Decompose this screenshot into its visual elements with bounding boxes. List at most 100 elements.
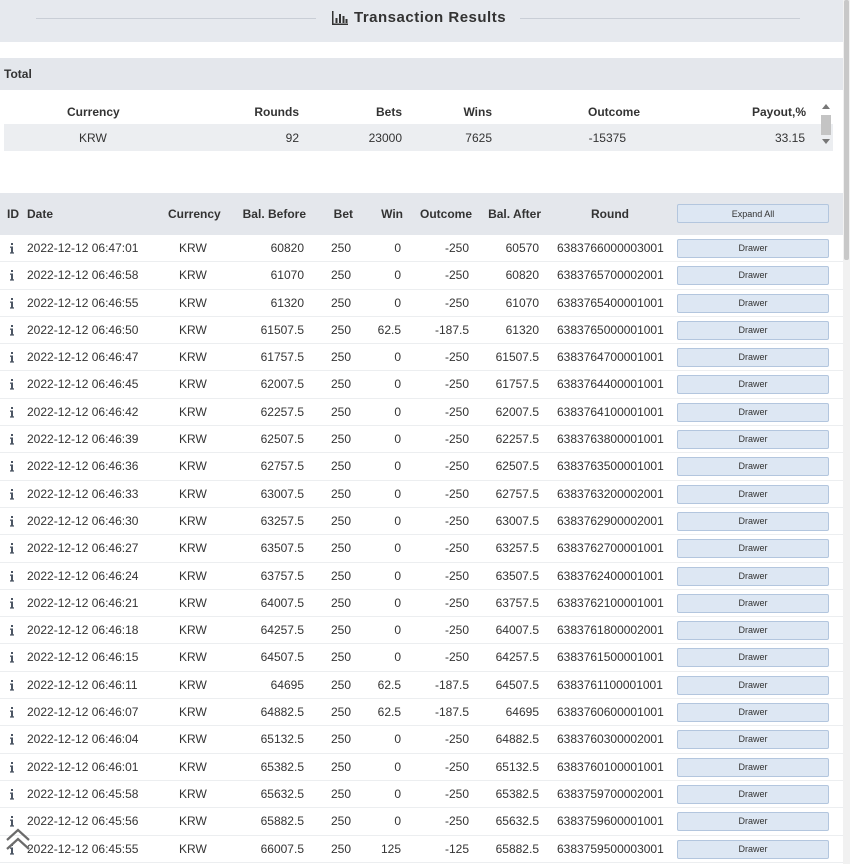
row-bal-before: 60820 <box>270 241 304 255</box>
row-currency: KRW <box>179 377 207 392</box>
row-outcome: -250 <box>444 568 469 583</box>
expand-all-button[interactable]: Expand All <box>677 204 829 223</box>
page-scrollbar-thumb[interactable] <box>844 0 849 260</box>
drawer-button[interactable]: Drawer <box>677 511 829 531</box>
row-bet: 250 <box>330 623 351 638</box>
drawer-button[interactable]: Drawer <box>677 703 829 723</box>
drawer-button[interactable]: Drawer <box>677 648 829 668</box>
scroll-up-arrow-icon[interactable] <box>822 104 830 109</box>
info-icon[interactable] <box>9 243 15 254</box>
info-icon[interactable] <box>9 570 15 582</box>
page-scrollbar[interactable] <box>843 0 850 864</box>
info-icon[interactable] <box>9 515 15 527</box>
info-icon[interactable] <box>9 406 15 418</box>
row-bet: 250 <box>330 786 351 801</box>
row-date: 2022-12-12 06:46:04 <box>27 732 139 747</box>
info-icon[interactable] <box>9 434 15 445</box>
info-icon[interactable] <box>9 488 15 500</box>
scrollbar-thumb[interactable] <box>821 115 831 135</box>
summary-row: KRW 92 23000 7625 -15375 33.15 <box>4 124 833 151</box>
info-icon[interactable] <box>9 597 15 609</box>
row-bal-after: 65882.5 <box>495 841 539 856</box>
drawer-button[interactable]: Drawer <box>677 266 829 286</box>
drawer-button[interactable]: Drawer <box>677 402 829 422</box>
row-win: 0 <box>394 268 401 283</box>
info-icon[interactable] <box>9 761 15 773</box>
drawer-button[interactable]: Drawer <box>677 839 829 859</box>
drawer-button[interactable]: Drawer <box>677 784 829 804</box>
row-bet: 250 <box>330 705 351 720</box>
row-bal-after: 60570 <box>505 241 539 255</box>
row-date: 2022-12-12 06:46:39 <box>27 432 139 447</box>
drawer-button[interactable]: Drawer <box>677 375 829 395</box>
drawer-button[interactable]: Drawer <box>677 430 829 450</box>
row-bet: 250 <box>330 814 351 829</box>
row-outcome: -250 <box>444 459 469 474</box>
row-round: 6383760300002001 <box>557 732 664 747</box>
info-icon[interactable] <box>9 270 15 281</box>
drawer-button[interactable]: Drawer <box>677 730 829 750</box>
drawer-button[interactable]: Drawer <box>677 239 829 258</box>
scroll-down-arrow-icon[interactable] <box>822 139 830 144</box>
info-icon[interactable] <box>9 707 15 718</box>
row-date: 2022-12-12 06:46:50 <box>27 322 139 337</box>
row-date: 2022-12-12 06:45:55 <box>27 841 139 856</box>
drawer-button[interactable]: Drawer <box>677 484 829 504</box>
summary-scrollbar[interactable] <box>819 101 833 151</box>
row-outcome: -250 <box>444 350 469 365</box>
row-bal-before: 63507.5 <box>260 541 304 556</box>
info-icon[interactable] <box>9 652 15 664</box>
drawer-button[interactable]: Drawer <box>677 348 829 368</box>
drawer-button[interactable]: Drawer <box>677 757 829 777</box>
row-currency: KRW <box>179 568 207 583</box>
info-icon[interactable] <box>9 734 15 745</box>
row-round: 6383760100001001 <box>557 759 664 774</box>
drawer-button[interactable]: Drawer <box>677 320 829 340</box>
row-bet: 250 <box>330 322 351 337</box>
row-win: 0 <box>394 350 401 365</box>
row-outcome: -250 <box>444 541 469 556</box>
info-icon[interactable] <box>9 788 15 800</box>
drawer-button[interactable]: Drawer <box>677 812 829 832</box>
row-bal-before: 62007.5 <box>260 377 304 392</box>
info-icon[interactable] <box>9 625 15 636</box>
row-currency: KRW <box>179 486 207 501</box>
row-date: 2022-12-12 06:45:58 <box>27 786 139 801</box>
row-outcome: -250 <box>444 814 469 829</box>
row-currency: KRW <box>179 705 207 720</box>
drawer-button[interactable]: Drawer <box>677 457 829 477</box>
row-bal-before: 64007.5 <box>260 595 304 610</box>
drawer-button[interactable]: Drawer <box>677 293 829 313</box>
info-icon[interactable] <box>9 297 15 309</box>
row-win: 0 <box>394 623 401 638</box>
info-icon[interactable] <box>9 379 15 391</box>
row-bet: 250 <box>330 595 351 610</box>
row-outcome: -250 <box>444 432 469 447</box>
drawer-button[interactable]: Drawer <box>677 539 829 559</box>
row-outcome: -125 <box>444 841 469 856</box>
scroll-to-top-icon[interactable] <box>4 826 32 856</box>
row-bal-after: 62257.5 <box>495 432 539 447</box>
info-icon[interactable] <box>9 461 15 472</box>
row-win: 62.5 <box>377 322 401 337</box>
info-icon[interactable] <box>9 543 15 554</box>
drawer-button[interactable]: Drawer <box>677 566 829 586</box>
row-round: 6383760600001001 <box>557 705 664 720</box>
row-win: 125 <box>380 841 401 856</box>
row-round: 6383763800001001 <box>557 432 664 447</box>
row-date: 2022-12-12 06:46:07 <box>27 705 139 720</box>
drawer-button[interactable]: Drawer <box>677 621 829 641</box>
row-win: 0 <box>394 541 401 556</box>
row-bet: 250 <box>330 241 351 255</box>
info-icon[interactable] <box>9 679 15 691</box>
drawer-button[interactable]: Drawer <box>677 675 829 695</box>
row-outcome: -250 <box>444 404 469 419</box>
info-icon[interactable] <box>9 352 15 363</box>
row-outcome: -250 <box>444 268 469 283</box>
row-bal-after: 62507.5 <box>495 459 539 474</box>
info-icon[interactable] <box>9 324 15 336</box>
drawer-button[interactable]: Drawer <box>677 593 829 613</box>
row-currency: KRW <box>179 732 207 747</box>
row-currency: KRW <box>179 350 207 365</box>
row-round: 6383764100001001 <box>557 404 664 419</box>
